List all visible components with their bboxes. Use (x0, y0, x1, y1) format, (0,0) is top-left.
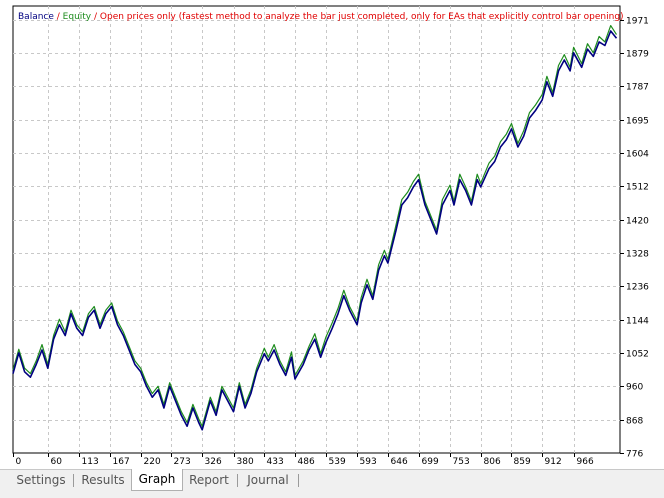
x-tick-label: 486 (298, 457, 315, 467)
legend-balance: Balance (18, 12, 54, 22)
x-tick-label: 859 (514, 457, 531, 467)
tab-report[interactable]: Report (182, 470, 236, 490)
legend-separator: / (91, 12, 100, 22)
y-tick-label: 776 (626, 450, 643, 460)
x-tick-label: 0 (16, 457, 22, 467)
x-tick-label: 539 (329, 457, 346, 467)
y-tick-label: 1328 (626, 250, 649, 260)
chart-svg: 776 868 960 1052 1144 1236 1328 1420 1512 1604 169… (12, 5, 649, 467)
y-tick-label: 1879 (626, 50, 649, 60)
x-tick-label: 966 (577, 457, 594, 467)
y-tick-label: 1971 (626, 17, 649, 27)
x-tick-label: 273 (174, 457, 191, 467)
x-tick-label: 433 (267, 457, 284, 467)
x-tick-label: 593 (360, 457, 377, 467)
x-tick-label: 806 (484, 457, 501, 467)
tab-results[interactable]: Results (75, 470, 131, 490)
x-tick-label: 113 (82, 457, 99, 467)
tab-journal[interactable]: Journal (239, 470, 297, 490)
x-tick-label: 753 (453, 457, 470, 467)
y-tick-label: 1512 (626, 183, 649, 193)
x-tick-label: 326 (205, 457, 222, 467)
tab-separator (237, 474, 238, 487)
y-tick-label: 1144 (626, 317, 649, 327)
y-tick-label: 1236 (626, 283, 649, 293)
x-tick-label: 912 (545, 457, 562, 467)
x-tick-label: 646 (391, 457, 408, 467)
legend-model-note: Open prices only (fastest method to anal… (99, 12, 624, 22)
x-tick-label: 167 (113, 457, 130, 467)
x-tick-label: 220 (144, 457, 161, 467)
x-tick-label: 60 (51, 457, 63, 467)
legend-separator: / (53, 12, 63, 22)
tab-separator (298, 474, 299, 487)
legend-equity: Equity (62, 12, 92, 22)
chart-legend: Balance / Equity / Open prices only (fas… (18, 11, 624, 23)
equity-graph: 776 868 960 1052 1144 1236 1328 1420 1512 1604 169… (0, 0, 664, 470)
x-tick-label: 380 (237, 457, 254, 467)
y-tick-label: 960 (626, 383, 643, 393)
y-tick-label: 1052 (626, 350, 649, 360)
y-tick-label: 1787 (626, 83, 649, 93)
tab-settings[interactable]: Settings (10, 470, 72, 490)
tab-graph[interactable]: Graph (131, 469, 183, 491)
tab-separator (73, 474, 74, 487)
y-tick-label: 1420 (626, 217, 649, 227)
plot-frame (12, 5, 621, 454)
y-tick-label: 1695 (626, 117, 649, 127)
y-tick-label: 1604 (626, 150, 649, 160)
x-tick-label: 699 (422, 457, 439, 467)
y-tick-label: 868 (626, 417, 643, 427)
tester-tab-bar: Settings Results Graph Report Journal (0, 469, 664, 498)
